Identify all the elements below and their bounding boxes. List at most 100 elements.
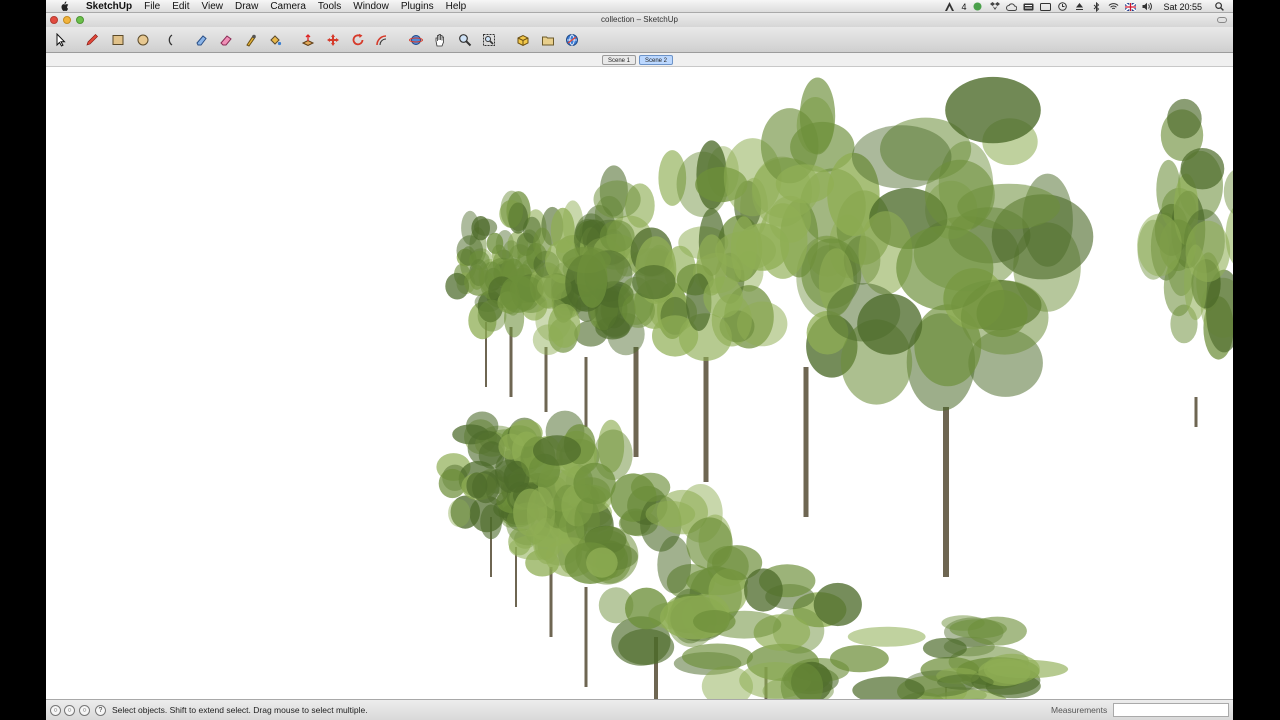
menu-plugins[interactable]: Plugins <box>395 0 440 13</box>
bluetooth-icon[interactable] <box>1091 1 1102 12</box>
tree-trunk <box>584 357 588 427</box>
tree-foliage <box>573 462 616 505</box>
tree-foliage <box>682 643 753 670</box>
window-minimize-button[interactable] <box>63 16 71 24</box>
tree[interactable] <box>1137 98 1233 427</box>
tree-foliage <box>630 472 671 502</box>
tree-foliage <box>499 281 520 315</box>
scene-tabs-bar: Scene 1 Scene 2 <box>46 53 1233 67</box>
offset-icon[interactable] <box>372 30 392 50</box>
menu-help[interactable]: Help <box>440 0 473 13</box>
circle-icon[interactable] <box>133 30 153 50</box>
arc-icon[interactable] <box>158 30 178 50</box>
zoom-icon[interactable] <box>455 30 475 50</box>
keyboard-icon[interactable] <box>1023 2 1034 11</box>
uk-flag-icon[interactable] <box>1125 2 1137 11</box>
tree-foliage <box>533 435 581 466</box>
menu-edit[interactable]: Edit <box>166 0 195 13</box>
spotlight-search-icon[interactable] <box>1214 2 1225 11</box>
tree-foliage <box>703 276 743 318</box>
geolocation-icon[interactable]: ○ <box>50 705 61 716</box>
apple-logo-icon[interactable] <box>56 0 72 13</box>
move-icon[interactable] <box>323 30 343 50</box>
tree-foliage <box>960 280 1049 355</box>
window-close-button[interactable] <box>50 16 58 24</box>
tree-foliage <box>471 216 491 241</box>
pencil-icon[interactable] <box>82 30 102 50</box>
status-bar: ○ ○ ○ ? Select objects. Shift to extend … <box>46 699 1233 720</box>
measurements-input[interactable] <box>1113 703 1229 717</box>
menu-window[interactable]: Window <box>347 0 395 13</box>
tree-foliage <box>945 76 1041 144</box>
push-pull-icon[interactable] <box>298 30 318 50</box>
tree-foliage <box>486 232 504 254</box>
tree-trunk <box>549 567 553 637</box>
tree-foliage <box>562 246 611 274</box>
tree-trunk <box>943 407 949 577</box>
tree[interactable] <box>830 615 1069 699</box>
tree-foliage <box>513 488 548 537</box>
tree-foliage <box>813 582 862 627</box>
materials-folder-icon[interactable] <box>538 30 558 50</box>
tree-model-scene <box>436 76 1233 699</box>
tree-foliage <box>830 645 889 673</box>
tree-foliage <box>983 653 1040 685</box>
status-number: 4 <box>961 1 967 12</box>
tree-foliage <box>922 637 967 659</box>
adobe-icon[interactable] <box>944 2 955 11</box>
tree-foliage <box>632 265 676 300</box>
menubar-clock[interactable]: Sat 20:55 <box>1163 2 1202 12</box>
status-message: Select objects. Shift to extend select. … <box>112 705 368 715</box>
tree-foliage <box>535 298 572 342</box>
rotate-icon[interactable] <box>348 30 368 50</box>
menu-view[interactable]: View <box>195 0 229 13</box>
eraser-pink-icon[interactable] <box>216 30 236 50</box>
tree-foliage <box>1223 170 1233 214</box>
menu-file[interactable]: File <box>138 0 166 13</box>
eraser-icon[interactable] <box>191 30 211 50</box>
components-icon[interactable] <box>513 30 533 50</box>
desktop: SketchUp File Edit View Draw Camera Tool… <box>0 0 1280 720</box>
volume-icon[interactable] <box>1142 2 1153 11</box>
menu-draw[interactable]: Draw <box>229 0 264 13</box>
select-arrow-icon[interactable] <box>50 30 70 50</box>
orbit-icon[interactable] <box>406 30 426 50</box>
pan-hand-icon[interactable] <box>430 30 450 50</box>
toolbar-toggle-button[interactable] <box>1217 17 1227 23</box>
tree[interactable] <box>826 76 1094 577</box>
paint-bucket-icon[interactable] <box>265 30 285 50</box>
tree[interactable] <box>562 165 697 457</box>
zoom-extents-icon[interactable] <box>479 30 499 50</box>
tree-foliage <box>586 547 618 578</box>
tape-measure-icon[interactable] <box>241 30 261 50</box>
rectangle-icon[interactable] <box>108 30 128 50</box>
tree-foliage <box>744 568 783 612</box>
user-icon[interactable]: ○ <box>79 705 90 716</box>
tree-foliage <box>448 499 471 528</box>
tree-foliage <box>924 159 995 231</box>
tree-trunk <box>1194 397 1198 427</box>
credits-icon[interactable]: ○ <box>64 705 75 716</box>
menu-app-name[interactable]: SketchUp <box>80 0 138 13</box>
model-viewport[interactable] <box>46 67 1233 699</box>
window-zoom-button[interactable] <box>76 16 84 24</box>
cloud-icon[interactable] <box>1006 2 1018 11</box>
wifi-icon[interactable] <box>1108 2 1119 11</box>
menu-tools[interactable]: Tools <box>312 0 347 13</box>
eject-icon[interactable] <box>1074 2 1085 11</box>
tree-foliage <box>693 610 736 633</box>
time-machine-icon[interactable] <box>1057 2 1068 11</box>
help-icon[interactable]: ? <box>95 705 106 716</box>
tree-foliage <box>500 190 524 228</box>
menu-camera[interactable]: Camera <box>264 0 312 13</box>
mac-menubar: SketchUp File Edit View Draw Camera Tool… <box>46 0 1233 13</box>
tree-foliage <box>826 283 901 342</box>
scene-tab-2[interactable]: Scene 2 <box>639 55 674 65</box>
display-icon[interactable] <box>1040 2 1052 11</box>
evernote-icon[interactable] <box>972 2 983 11</box>
scene-tab-1[interactable]: Scene 1 <box>602 55 637 65</box>
dropbox-icon[interactable] <box>989 2 1000 11</box>
menubar-status-area: 4 Sat 20:55 <box>944 0 1225 13</box>
warehouse-icon[interactable] <box>562 30 582 50</box>
window-titlebar[interactable]: collection – SketchUp <box>46 13 1233 27</box>
